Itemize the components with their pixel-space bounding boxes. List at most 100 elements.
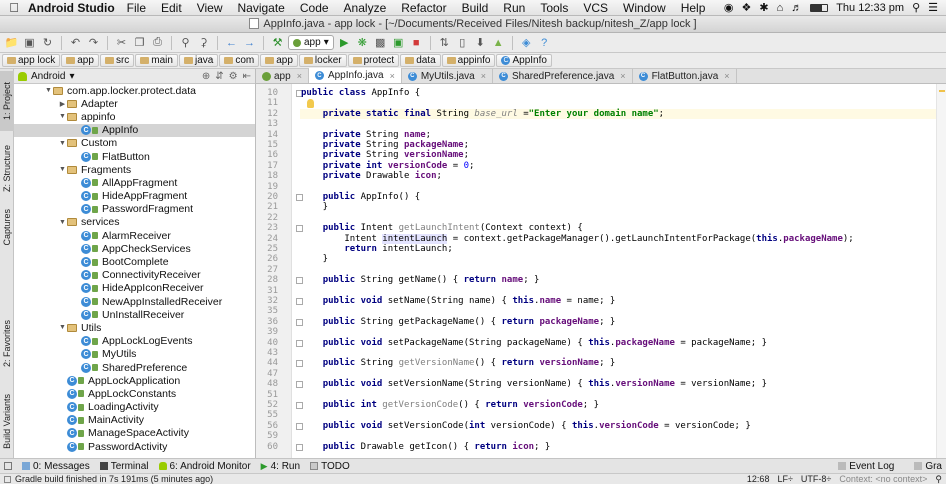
menu-edit[interactable]: Edit xyxy=(161,1,182,15)
tool-tab-terminal[interactable]: Terminal xyxy=(99,461,149,472)
status-message[interactable]: Gradle build finished in 7s 191ms (5 min… xyxy=(15,474,213,484)
breadcrumb-item[interactable]: protect xyxy=(347,54,400,67)
tool-tab-gradle-console[interactable]: Gra xyxy=(914,461,942,472)
sync-icon[interactable]: ⊕ xyxy=(202,71,210,82)
code-line[interactable]: Intent intentLaunch = context.getPackage… xyxy=(300,233,946,244)
dropbox-icon[interactable]: ❖ xyxy=(741,1,751,14)
menu-help[interactable]: Help xyxy=(681,1,706,15)
tree-item[interactable]: ▼ Fragments xyxy=(14,163,255,176)
paste-icon[interactable]: ⎙ xyxy=(150,35,165,50)
code-line[interactable]: public void setName(String name) { this.… xyxy=(300,296,946,306)
tree-item[interactable]: ▼ com.app.locker.protect.data xyxy=(14,84,255,97)
menu-refactor[interactable]: Refactor xyxy=(401,1,446,15)
breadcrumb-item[interactable]: app lock xyxy=(2,54,61,67)
sdk-manager-icon[interactable]: ⬇ xyxy=(473,35,488,50)
expanded-arrow-icon[interactable]: ▼ xyxy=(58,140,67,147)
app-menu[interactable]: Android Studio xyxy=(28,1,115,15)
tree-item[interactable]: C SharedPreference xyxy=(14,361,255,374)
replace-icon[interactable]: ⚳ xyxy=(196,35,211,50)
breadcrumb-item[interactable]: main xyxy=(135,54,178,67)
code-line[interactable]: public String getPackageName() { return … xyxy=(300,317,946,327)
tree-item[interactable]: ▼ services xyxy=(14,216,255,229)
apple-icon[interactable]:  xyxy=(0,0,28,15)
tree-item[interactable]: C ManageSpaceActivity xyxy=(14,427,255,440)
volume-icon[interactable]: ♬ xyxy=(791,2,802,14)
bluetooth-icon[interactable]: ✱ xyxy=(759,1,768,14)
tree-item[interactable]: C PasswordActivity xyxy=(14,440,255,453)
code-line[interactable]: } xyxy=(300,254,946,264)
tree-item[interactable]: C LoadingActivity xyxy=(14,401,255,414)
code-line[interactable]: } xyxy=(300,202,946,212)
spotlight-icon[interactable]: ⚲ xyxy=(912,1,920,14)
battery-icon[interactable] xyxy=(810,3,829,12)
tree-item[interactable]: C AppLockLogEvents xyxy=(14,335,255,348)
warning-marker[interactable] xyxy=(939,90,945,92)
breadcrumb-item[interactable]: app xyxy=(260,54,298,67)
save-all-icon[interactable]: ▣ xyxy=(22,35,37,50)
run-config-select[interactable]: app ▾ xyxy=(288,35,334,50)
breadcrumb-item[interactable]: appinfo xyxy=(441,54,496,67)
code-line[interactable]: private String versionName; xyxy=(300,150,946,160)
run-icon[interactable]: ▶ xyxy=(337,35,352,50)
editor-scrollbar[interactable] xyxy=(936,84,946,458)
attach-debugger-icon[interactable]: ▩ xyxy=(373,35,388,50)
tree-item[interactable]: C HideAppFragment xyxy=(14,190,255,203)
help-icon[interactable]: ? xyxy=(537,35,552,50)
breadcrumb-item[interactable]: java xyxy=(178,54,219,67)
device-monitor-icon[interactable]: ▲ xyxy=(491,35,506,50)
tree-item[interactable]: ▶ Adapter xyxy=(14,97,255,110)
expanded-arrow-icon[interactable]: ▼ xyxy=(58,113,67,120)
expanded-arrow-icon[interactable]: ▼ xyxy=(58,219,67,226)
code-line[interactable]: public String getName() { return name; } xyxy=(300,275,946,285)
tool-tab-build-variants[interactable]: Build Variants xyxy=(0,387,14,455)
project-structure-icon[interactable]: ◈ xyxy=(519,35,534,50)
close-icon[interactable]: × xyxy=(724,71,729,81)
breadcrumb-item[interactable]: locker xyxy=(298,54,347,67)
close-icon[interactable]: × xyxy=(297,71,302,81)
tool-tab-captures[interactable]: Captures xyxy=(0,205,14,250)
code-line[interactable]: private String name; xyxy=(300,130,946,140)
code-area[interactable]: public class AppInfo { private static fi… xyxy=(300,84,946,458)
tree-item[interactable]: C NewAppInstalledReceiver xyxy=(14,295,255,308)
tree-item[interactable]: C FlatButton xyxy=(14,150,255,163)
code-line[interactable]: private String packageName; xyxy=(300,140,946,150)
tree-item[interactable]: C AppCheckServices xyxy=(14,242,255,255)
creative-cloud-icon[interactable]: ◉ xyxy=(724,1,734,14)
tree-item[interactable]: C ConnectivityReceiver xyxy=(14,269,255,282)
gear-icon[interactable]: ⚙ xyxy=(229,71,238,82)
editor-tab[interactable]: C FlatButton.java × xyxy=(633,69,737,83)
menu-tools[interactable]: Tools xyxy=(540,1,568,15)
line-separator[interactable]: LF÷ xyxy=(777,474,792,484)
tree-item[interactable]: C AppLockApplication xyxy=(14,374,255,387)
debug-icon[interactable]: ❋ xyxy=(355,35,370,50)
tree-item[interactable]: C MyUtils xyxy=(14,348,255,361)
breadcrumb-item[interactable]: C AppInfo xyxy=(496,54,552,67)
tool-tab-event-log[interactable]: Event Log xyxy=(838,461,894,472)
code-line[interactable]: public void setPackageName(String packag… xyxy=(300,338,946,348)
code-line[interactable]: public Drawable getIcon() { return icon;… xyxy=(300,442,946,452)
lock-icon[interactable]: ⚲ xyxy=(935,474,942,484)
close-icon[interactable]: × xyxy=(620,71,625,81)
gradle-sync-icon[interactable]: ⇅ xyxy=(437,35,452,50)
code-line[interactable]: public int getVersionCode() { return ver… xyxy=(300,400,946,410)
context-indicator[interactable]: Context: <no context> xyxy=(839,474,927,484)
find-icon[interactable]: ⚲ xyxy=(178,35,193,50)
menu-navigate[interactable]: Navigate xyxy=(237,1,284,15)
sync-icon[interactable]: ↻ xyxy=(40,35,55,50)
menubar-clock[interactable]: Thu 12:33 pm xyxy=(836,2,904,14)
caret-position[interactable]: 12:68 xyxy=(747,474,770,484)
file-encoding[interactable]: UTF-8÷ xyxy=(801,474,831,484)
tool-tab-run[interactable]: ▶ 4: Run xyxy=(261,461,300,472)
menu-window[interactable]: Window xyxy=(623,1,666,15)
editor-tab[interactable]: app × xyxy=(256,69,309,83)
menu-code[interactable]: Code xyxy=(300,1,329,15)
tree-item[interactable]: C HideAppIconReceiver xyxy=(14,282,255,295)
back-icon[interactable]: ← xyxy=(224,35,239,50)
tool-tab-favorites[interactable]: 2: Favorites xyxy=(0,314,14,374)
open-folder-icon[interactable]: 📁 xyxy=(4,35,19,50)
code-line[interactable]: public AppInfo() { xyxy=(300,192,946,202)
hide-pane-icon[interactable]: ⇤ xyxy=(243,71,251,82)
breadcrumb-item[interactable]: com xyxy=(219,54,260,67)
tree-item[interactable]: C BootComplete xyxy=(14,255,255,268)
menu-analyze[interactable]: Analyze xyxy=(344,1,387,15)
